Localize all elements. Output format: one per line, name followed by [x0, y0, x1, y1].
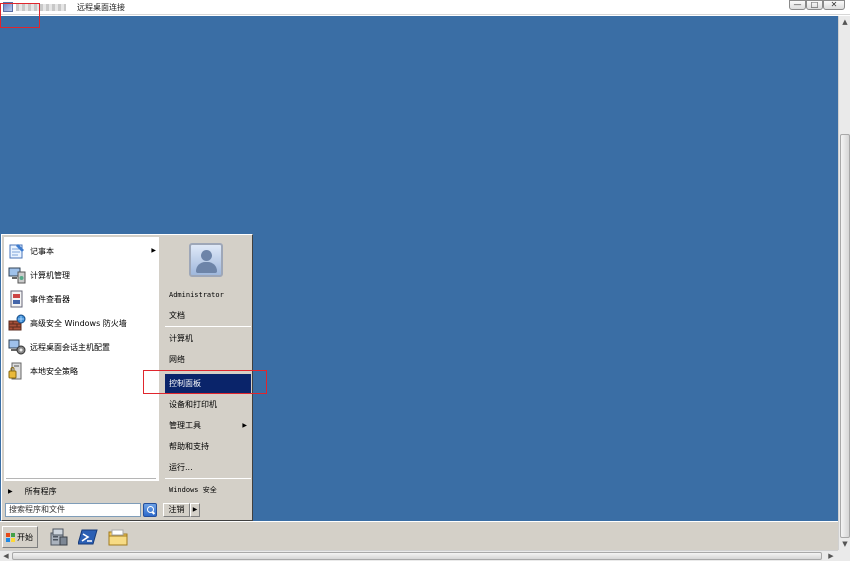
- devices-printers-link[interactable]: 设备和打印机: [165, 395, 251, 414]
- local-security-policy-icon: [8, 362, 26, 380]
- scroll-down-arrow-icon[interactable]: ▼: [840, 539, 850, 549]
- scroll-right-arrow-icon[interactable]: ▶: [826, 551, 836, 561]
- program-label: 远程桌面会话主机配置: [30, 342, 110, 352]
- horizontal-scroll-thumb[interactable]: [12, 552, 822, 560]
- start-menu-programs-pane: 记事本 ▶ 计算机管理 事件查看器 高级安全 Windows 防火墙 远程桌面会…: [4, 237, 159, 481]
- program-label: 计算机管理: [30, 270, 70, 280]
- scroll-left-arrow-icon[interactable]: ◀: [1, 551, 11, 561]
- powershell-icon[interactable]: [77, 527, 98, 547]
- scrollbar-corner: [838, 550, 850, 561]
- maximize-button[interactable]: □: [806, 0, 823, 10]
- program-local-security-policy[interactable]: 本地安全策略: [8, 360, 158, 382]
- shutdown-options-arrow-icon[interactable]: ▶: [190, 503, 200, 517]
- event-viewer-icon: [8, 290, 26, 308]
- start-button-highlight-box: [0, 3, 40, 28]
- control-panel-highlight-box: [143, 370, 267, 394]
- computer-link[interactable]: 计算机: [165, 329, 251, 348]
- notepad-icon: [8, 242, 26, 260]
- program-label: 高级安全 Windows 防火墙: [30, 318, 127, 328]
- program-notepad[interactable]: 记事本 ▶: [8, 240, 158, 262]
- taskbar: 开始: [0, 521, 838, 550]
- vertical-scrollbar[interactable]: ▲ ▼: [838, 16, 850, 550]
- vertical-scroll-thumb[interactable]: [840, 134, 850, 538]
- start-label: 开始: [17, 532, 33, 542]
- window-title: 远程桌面连接: [77, 3, 125, 12]
- submenu-arrow-icon: ▶: [151, 247, 156, 254]
- start-button[interactable]: 开始: [2, 526, 38, 548]
- rds-config-icon: [8, 338, 26, 356]
- program-rds-config[interactable]: 远程桌面会话主机配置: [8, 336, 158, 358]
- program-event-viewer[interactable]: 事件查看器: [8, 288, 158, 310]
- firewall-icon: [8, 314, 26, 332]
- program-label: 记事本: [30, 246, 54, 256]
- programs-separator: [6, 478, 156, 479]
- explorer-folder-icon[interactable]: [108, 527, 128, 547]
- help-support-link[interactable]: 帮助和支持: [165, 437, 251, 456]
- logoff-button[interactable]: 注销: [163, 503, 190, 517]
- user-avatar[interactable]: [189, 243, 223, 277]
- all-programs-button[interactable]: ▶ 所有程序: [6, 483, 156, 499]
- computer-management-icon: [8, 266, 26, 284]
- program-label: 本地安全策略: [30, 366, 78, 376]
- submenu-arrow-icon: ▶: [242, 422, 247, 429]
- documents-link[interactable]: 文档: [165, 306, 251, 325]
- network-link[interactable]: 网络: [165, 350, 251, 369]
- all-programs-label: 所有程序: [24, 486, 57, 496]
- windows-logo-icon: [6, 532, 15, 542]
- admin-tools-label: 管理工具: [169, 421, 201, 430]
- places-separator: [165, 326, 251, 327]
- horizontal-scrollbar[interactable]: ◀ ▶: [0, 550, 850, 561]
- window-titlebar: 远程桌面连接 — □ ✕: [0, 0, 850, 15]
- program-label: 事件查看器: [30, 294, 70, 304]
- program-firewall[interactable]: 高级安全 Windows 防火墙: [8, 312, 158, 334]
- windows-security-link[interactable]: Windows 安全: [165, 481, 251, 500]
- close-button[interactable]: ✕: [823, 0, 845, 10]
- run-link[interactable]: 运行...: [165, 458, 251, 477]
- security-separator: [165, 478, 251, 479]
- server-manager-icon[interactable]: [48, 527, 68, 547]
- scroll-up-arrow-icon[interactable]: ▲: [840, 17, 850, 27]
- search-input[interactable]: 搜索程序和文件: [5, 503, 141, 517]
- all-programs-arrow-icon: ▶: [8, 487, 13, 495]
- admin-tools-link[interactable]: 管理工具 ▶: [165, 416, 251, 435]
- user-name[interactable]: Administrator: [165, 286, 251, 305]
- search-icon[interactable]: [143, 503, 157, 517]
- program-computer-management[interactable]: 计算机管理: [8, 264, 158, 286]
- minimize-button[interactable]: —: [789, 0, 806, 10]
